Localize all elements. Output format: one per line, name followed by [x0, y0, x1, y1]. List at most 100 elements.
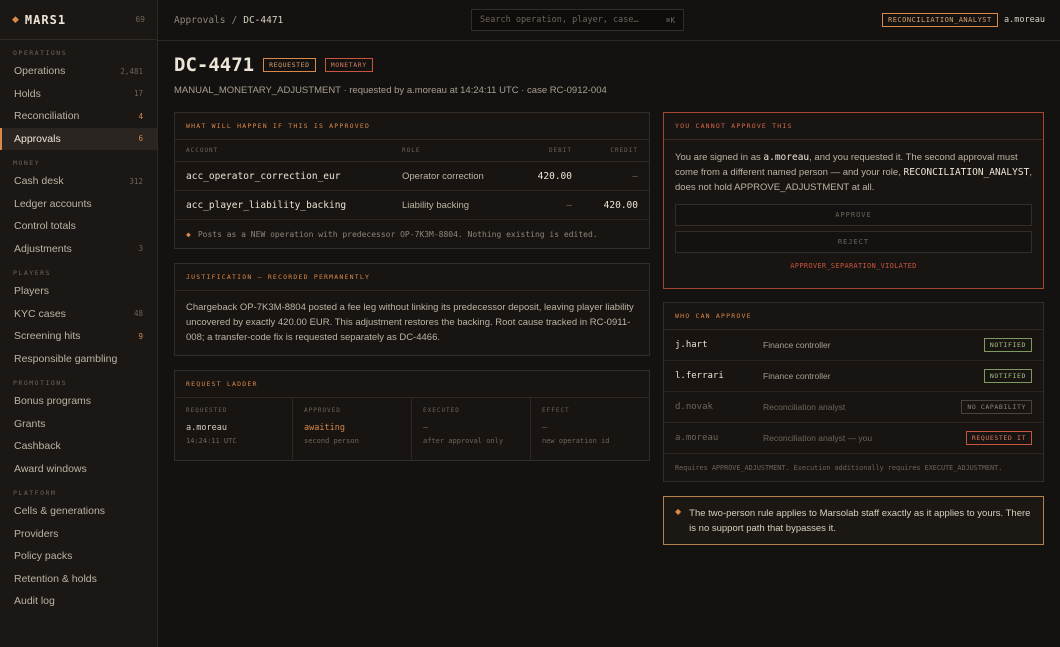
- sidebar-item-cashback[interactable]: Cashback: [0, 435, 157, 458]
- reject-button[interactable]: REJECT: [675, 231, 1032, 253]
- sidebar-item-label: Responsible gambling: [14, 352, 118, 365]
- sidebar-section-title: PROMOTIONS: [13, 379, 68, 387]
- ladder-step-approved: APPROVED awaiting second person: [293, 398, 412, 461]
- request-ladder-panel: REQUEST LADDER REQUESTED a.moreau 14:24:…: [174, 370, 650, 461]
- ladder-step-effect: EFFECT — new operation id: [531, 398, 649, 461]
- sidebar-item-label: Award windows: [14, 462, 87, 475]
- row-credit: —: [632, 170, 638, 182]
- sidebar: ◆ MARS1 69 OPERATIONS Operations 2,481 Hold…: [0, 0, 158, 647]
- approver-status-badge: NO CAPABILITY: [961, 400, 1032, 414]
- two-person-rule-note: ◆ The two-person rule applies to Marsola…: [663, 496, 1044, 545]
- sidebar-item-reconciliation[interactable]: Reconciliation 4: [0, 105, 157, 128]
- step-value: —: [542, 423, 548, 433]
- sidebar-item-label: Operations: [14, 65, 66, 78]
- sidebar-section-title: OPERATIONS: [13, 49, 68, 57]
- step-value: awaiting: [304, 423, 345, 433]
- justification-panel: JUSTIFICATION — RECORDED PERMANENTLY Cha…: [174, 263, 650, 356]
- two-person-rule-text: The two-person rule applies to Marsolab …: [689, 508, 1031, 534]
- sidebar-item-retention-holds[interactable]: Retention & holds: [0, 568, 157, 591]
- step-sub: after approval only: [423, 437, 504, 445]
- approver-row: d.novak Reconciliation analyst NO CAPABI…: [664, 392, 1043, 423]
- topbar: Approvals / DC-4471 Search operation, play…: [158, 0, 1060, 41]
- alert-role: RECONCILIATION_ANALYST: [903, 167, 1030, 178]
- brand-name: MARS1: [24, 12, 67, 27]
- step-value: —: [423, 423, 429, 433]
- search-input[interactable]: Search operation, player, case… ⌘K: [471, 9, 684, 31]
- sidebar-item-label: Policy packs: [14, 550, 73, 563]
- row-account[interactable]: acc_player_liability_backing: [186, 200, 402, 211]
- sidebar-item-cells-generations[interactable]: Cells & generations: [0, 500, 157, 523]
- sidebar-item-kyc-cases[interactable]: KYC cases 48: [0, 303, 157, 326]
- sidebar-item-label: Players: [14, 285, 50, 298]
- table-row: acc_operator_correction_eur Operator cor…: [175, 162, 649, 191]
- sidebar-item-grants[interactable]: Grants: [0, 413, 157, 436]
- approver-user[interactable]: l.ferrari: [675, 371, 763, 381]
- step-label: APPROVED: [304, 407, 341, 414]
- row-account[interactable]: acc_operator_correction_eur: [186, 171, 402, 182]
- approver-user[interactable]: j.hart: [675, 340, 763, 350]
- breadcrumb-parent[interactable]: Approvals: [174, 15, 225, 26]
- ladder-steps: REQUESTED a.moreau 14:24:11 UTC APPROVED…: [175, 398, 649, 461]
- effects-note: ◆ Posts as a NEW operation with predeces…: [175, 220, 649, 248]
- sidebar-item-label: Providers: [14, 527, 59, 540]
- sidebar-item-award-windows[interactable]: Award windows: [0, 458, 157, 481]
- col-credit: CREDIT: [610, 147, 638, 154]
- sidebar-item-control-totals[interactable]: Control totals: [0, 215, 157, 238]
- ladder-step-executed: EXECUTED — after approval only: [412, 398, 531, 461]
- approve-button[interactable]: APPROVE: [675, 204, 1032, 226]
- sidebar-item-label: Control totals: [14, 220, 76, 233]
- row-debit: 420.00: [537, 170, 572, 182]
- status-badge: REQUESTED: [263, 58, 316, 72]
- cannot-approve-panel: YOU CANNOT APPROVE THIS You are signed i…: [663, 112, 1044, 289]
- sidebar-item-count: 312: [129, 176, 143, 186]
- who-can-approve-heading: WHO CAN APPROVE: [664, 303, 1043, 330]
- approver-status-badge: NOTIFIED: [983, 338, 1032, 352]
- sidebar-item-bonus-programs[interactable]: Bonus programs: [0, 390, 157, 413]
- approver-user[interactable]: a.moreau: [675, 433, 763, 443]
- brand[interactable]: ◆ MARS1 69: [0, 0, 157, 40]
- col-role: ROLE: [402, 147, 421, 154]
- sidebar-item-screening-hits[interactable]: Screening hits 9: [0, 325, 157, 348]
- sidebar-item-policy-packs[interactable]: Policy packs: [0, 545, 157, 568]
- brand-diamond-icon: ◆: [12, 14, 19, 24]
- sidebar-item-cash-desk[interactable]: Cash desk 312: [0, 170, 157, 193]
- sidebar-item-count: 2,481: [120, 66, 143, 76]
- breadcrumb-current: DC-4471: [243, 14, 284, 26]
- approver-role: Reconciliation analyst — you: [763, 433, 873, 443]
- step-label: REQUESTED: [186, 407, 228, 414]
- sidebar-item-operations[interactable]: Operations 2,481: [0, 60, 157, 83]
- sidebar-item-label: Approvals: [14, 132, 61, 145]
- page-title: DC-4471: [174, 54, 255, 76]
- sidebar-item-holds[interactable]: Holds 17: [0, 83, 157, 106]
- approver-status-badge: NOTIFIED: [983, 369, 1032, 383]
- sidebar-item-label: Bonus programs: [14, 395, 92, 408]
- sidebar-item-label: Retention & holds: [14, 572, 97, 585]
- sidebar-item-label: Grants: [14, 417, 46, 430]
- sidebar-item-audit-log[interactable]: Audit log: [0, 590, 157, 613]
- sidebar-item-approvals[interactable]: Approvals 6: [0, 127, 157, 150]
- effects-heading: WHAT WILL HAPPEN IF THIS IS APPROVED: [175, 113, 649, 140]
- sidebar-section-title: PLATFORM: [13, 489, 57, 497]
- sidebar-item-responsible-gambling[interactable]: Responsible gambling: [0, 348, 157, 371]
- sidebar-item-adjustments[interactable]: Adjustments 3: [0, 238, 157, 261]
- user-menu[interactable]: a.moreau: [1004, 13, 1045, 27]
- sidebar-item-providers[interactable]: Providers: [0, 523, 157, 546]
- approver-user[interactable]: d.novak: [675, 402, 763, 412]
- cannot-approve-heading: YOU CANNOT APPROVE THIS: [664, 113, 1043, 140]
- sidebar-item-ledger-accounts[interactable]: Ledger accounts: [0, 193, 157, 216]
- sidebar-item-label: Cashback: [14, 440, 61, 453]
- alert-user: a.moreau: [763, 152, 810, 163]
- col-debit: DEBIT: [548, 147, 572, 154]
- row-role: Liability backing: [402, 199, 470, 211]
- table-row: acc_player_liability_backing Liability b…: [175, 191, 649, 220]
- sidebar-nav: OPERATIONS Operations 2,481 Holds 17 Reconcil…: [0, 46, 157, 613]
- sidebar-item-players[interactable]: Players: [0, 280, 157, 303]
- sidebar-item-label: Cash desk: [14, 175, 64, 188]
- col-account: ACCOUNT: [186, 147, 219, 154]
- approver-status-badge: REQUESTED IT: [965, 431, 1032, 445]
- alert-text-part: You are signed in as: [675, 152, 764, 163]
- capability-note: Requires APPROVE_ADJUSTMENT. Execution a…: [675, 464, 1003, 472]
- sidebar-item-count: 48: [133, 309, 143, 319]
- step-sub: second person: [304, 437, 359, 445]
- diamond-icon: ◆: [186, 229, 191, 239]
